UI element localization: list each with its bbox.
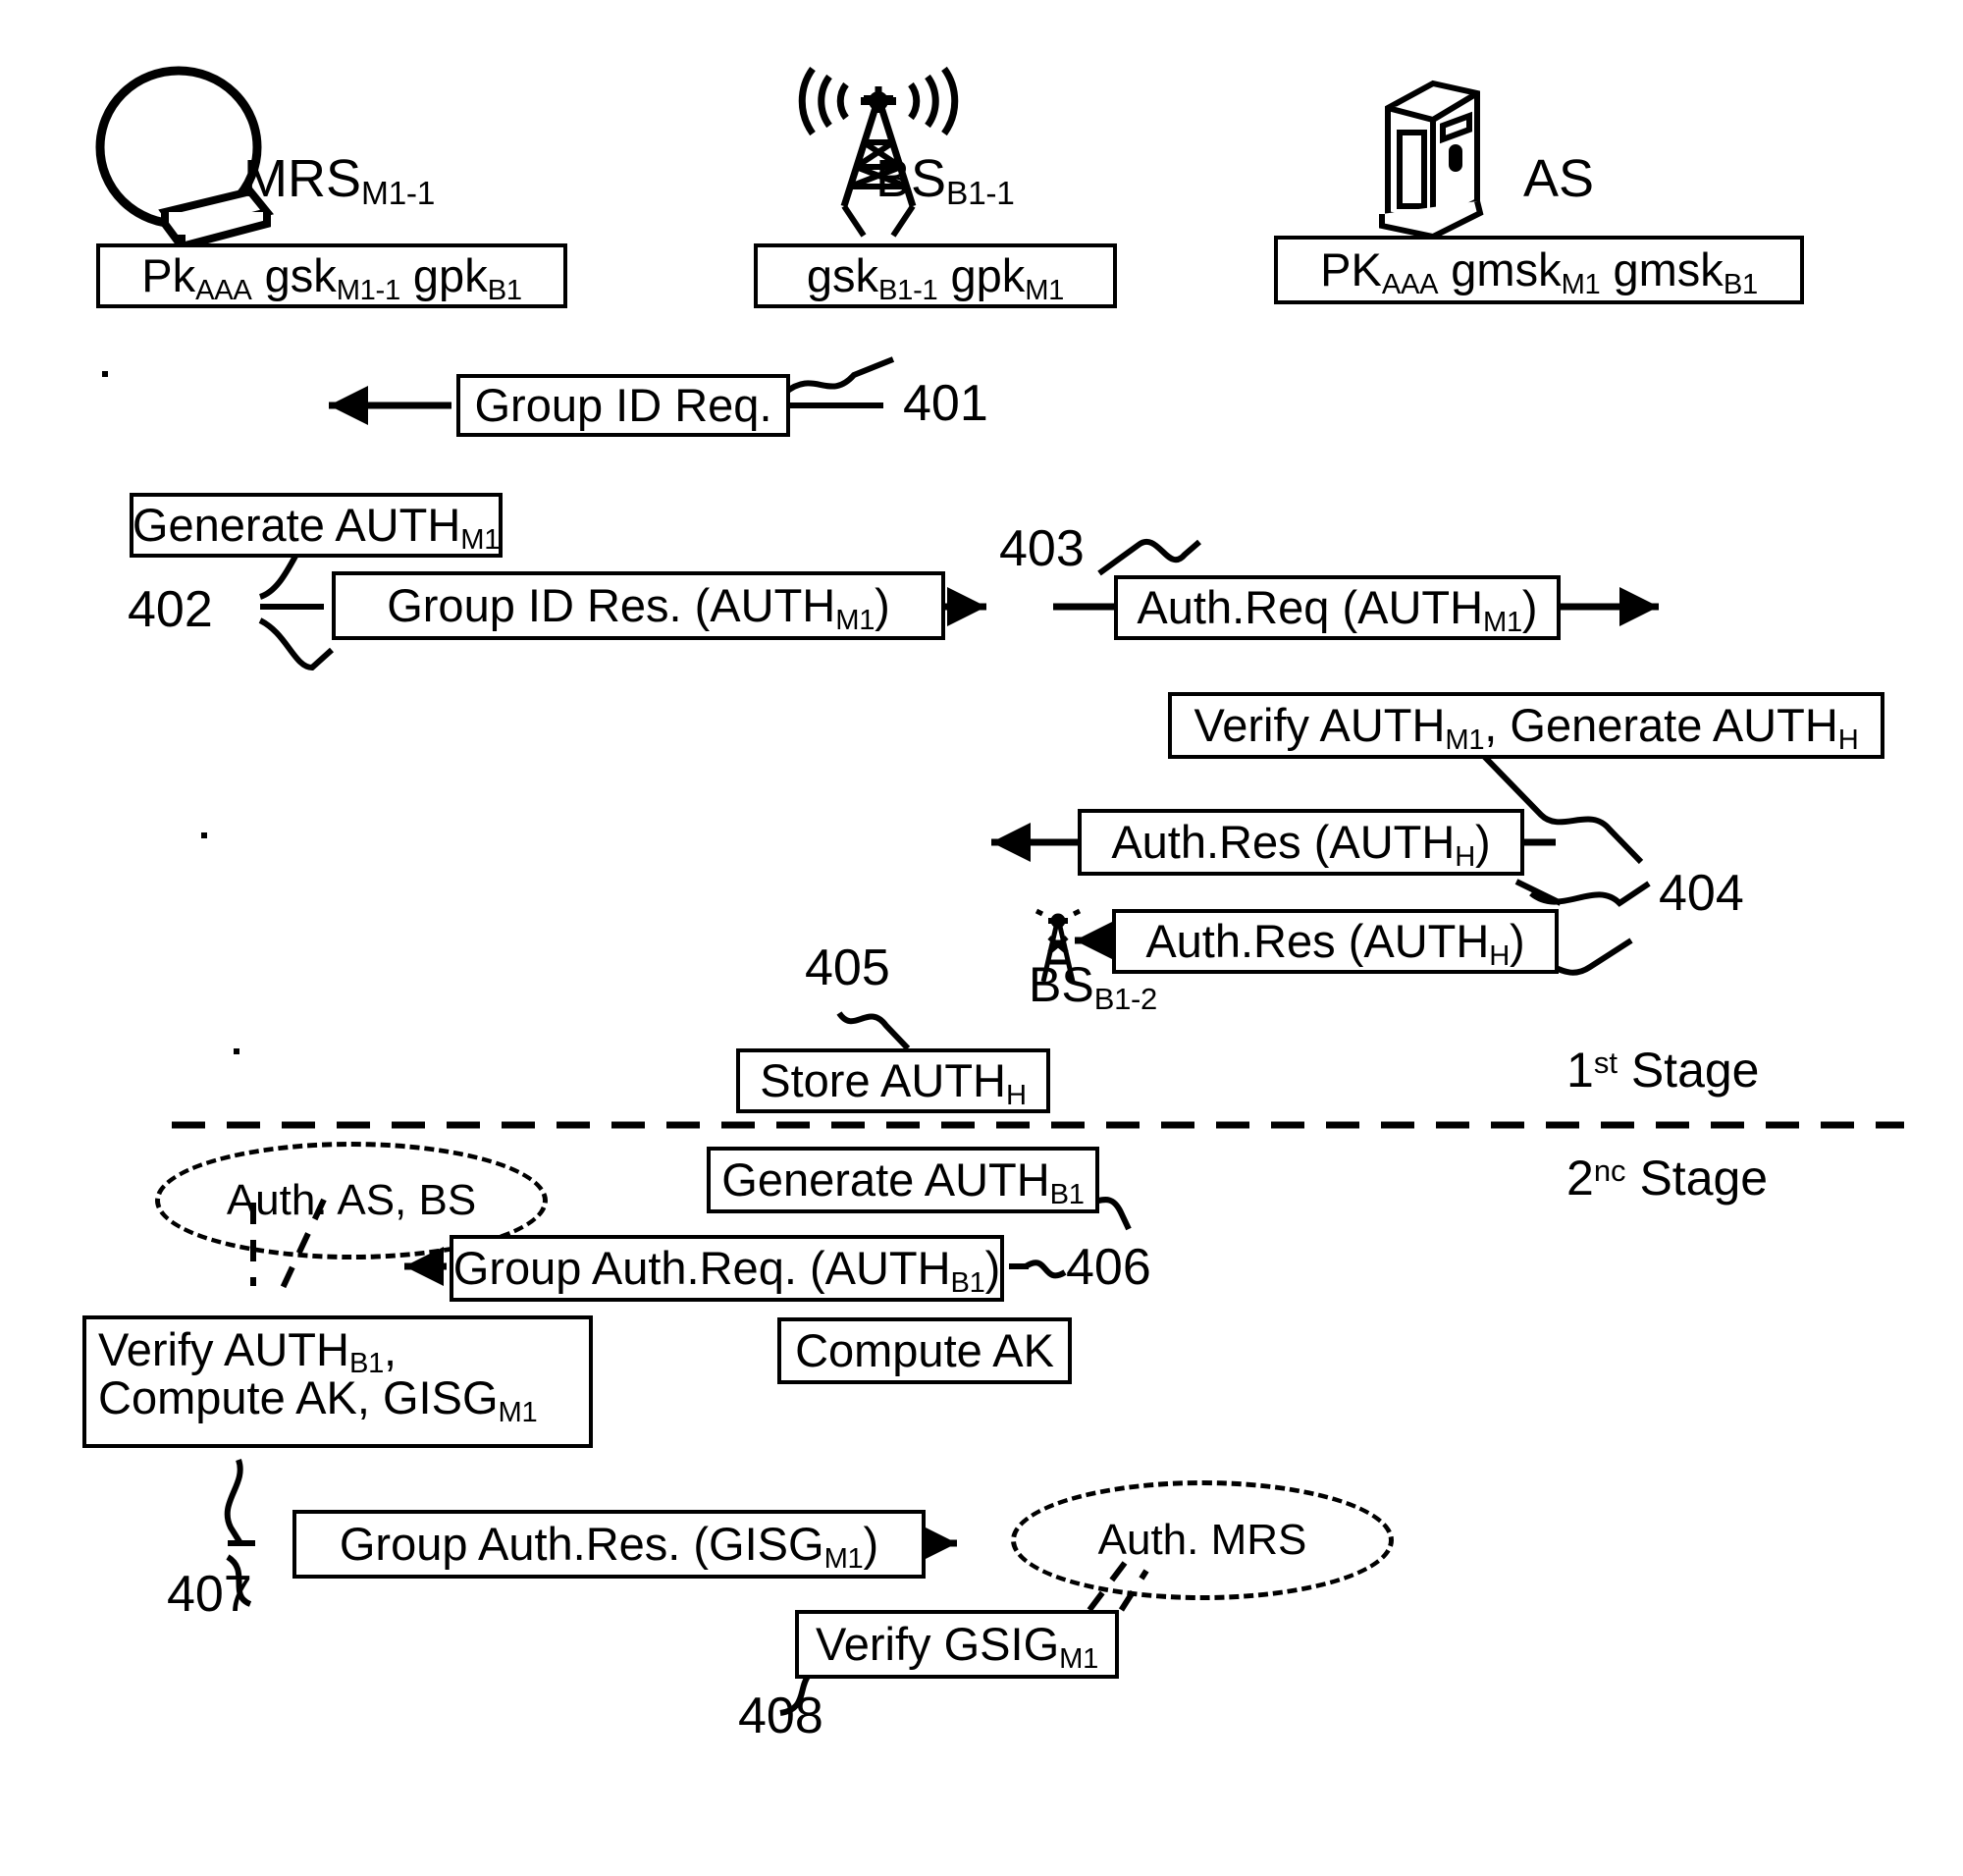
process-box-compute-ak: Compute AK [777,1317,1072,1384]
key-box-bs: gskB1-1 gpkM1 [754,243,1117,308]
process-box-verify-gsig-m1: Verify GSIGM1 [795,1610,1119,1679]
message-box-404-upper: Auth.Res (AUTHH) [1078,809,1524,876]
ref-number-401: 401 [903,375,988,432]
callout-auth-mrs: Auth. MRS [1011,1480,1394,1600]
leader-405 [836,1011,911,1051]
node-label-as: AS [1523,149,1595,208]
process-box-generate-auth-b1: Generate AUTHB1 [707,1147,1099,1213]
key-box-mrs: PkAAA gskM1-1 gpkB1 [96,243,567,308]
node-label-mrs: MRSM1-1 [243,149,436,213]
ref-number-402: 402 [128,581,213,638]
message-box-404-lower: Auth.Res (AUTHH) [1112,909,1559,974]
patent-figure-canvas: MRSM1-1 BSB1-1 AS BSB1-2 PkAAA gskM1-1 g… [0,0,1963,1876]
message-box-403: Auth.Req (AUTHM1) [1114,575,1561,640]
ref-number-406: 406 [1066,1239,1151,1296]
scan-speck [234,1048,239,1054]
process-box-store-auth-h: Store AUTHH [736,1048,1050,1113]
message-box-402: Group ID Res. (AUTHM1) [332,571,945,640]
leader-406 [1009,1260,1067,1279]
process-box-generate-auth-m1: Generate AUTHM1 [130,493,503,558]
arrow-401 [329,386,451,425]
ref-number-403: 403 [999,520,1085,577]
ref-number-407: 407 [167,1566,252,1623]
stage-2-label: 2nc Stage [1566,1151,1769,1206]
leader-401 [783,356,895,408]
leader-403 [1097,539,1201,576]
server-cabinet-icon [1379,80,1484,241]
scan-speck [102,371,108,377]
node-label-bs: BSB1-1 [875,149,1015,213]
message-box-406: Group Auth.Req. (AUTHB1) [450,1235,1004,1302]
arrow-402 [942,587,986,626]
mobile-relay-station-icon [95,66,274,251]
message-box-407: Group Auth.Res. (GISGM1) [292,1510,926,1579]
scan-speck [201,832,207,838]
ref-number-404: 404 [1659,865,1744,922]
stage-1-label: 1st Stage [1566,1043,1760,1098]
process-box-verify-auth-b1: Verify AUTHB1, Compute AK, GISGM1 [82,1315,593,1448]
ref-number-408: 408 [738,1688,823,1744]
message-box-401: Group ID Req. [456,374,790,437]
process-box-verify-m1-generate-h: Verify AUTHM1, Generate AUTHH [1168,692,1884,759]
ref-number-405: 405 [805,939,890,996]
key-box-as: PKAAA gmskM1 gmskB1 [1274,236,1804,304]
